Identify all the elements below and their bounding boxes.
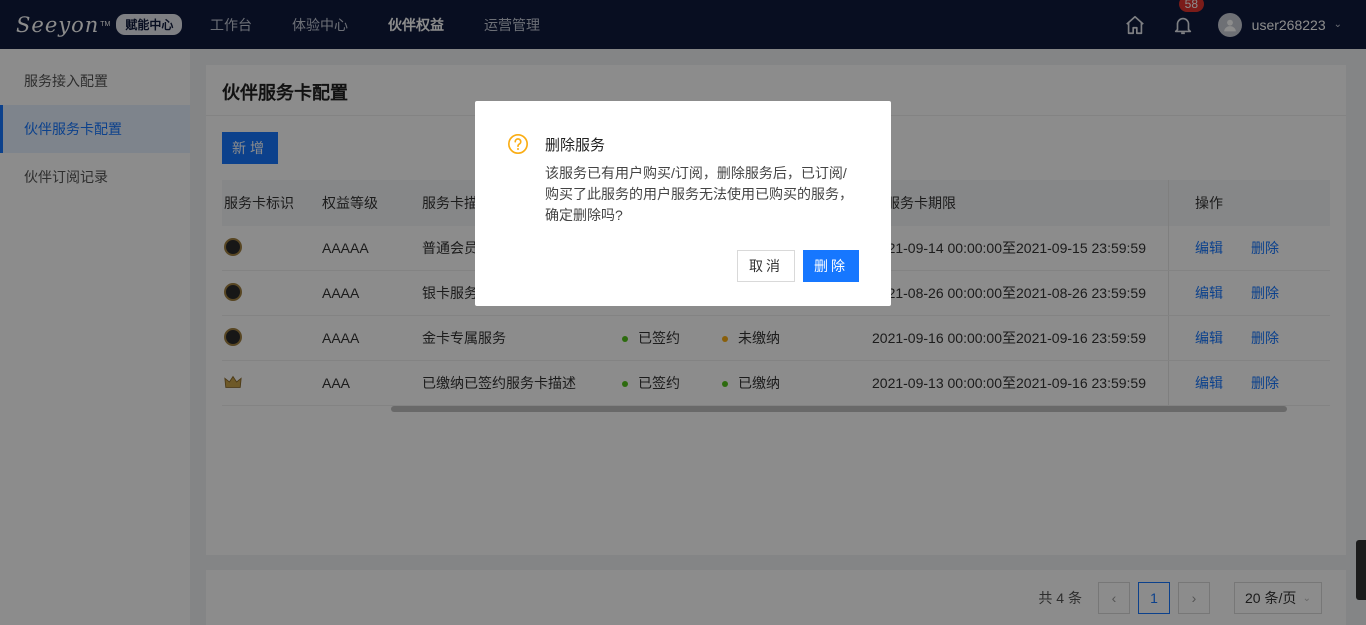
dialog-message-line: 购买了此服务的用户服务无法使用已购买的服务， [545, 186, 853, 202]
dialog-message-line: 该服务已有用户购买/订阅，删除服务后，已订阅/ [545, 165, 847, 181]
dialog-message: 该服务已有用户购买/订阅，删除服务后，已订阅/ 购买了此服务的用户服务无法使用已… [545, 163, 863, 226]
modal-mask[interactable] [0, 0, 1366, 625]
delete-confirm-dialog: 删除服务 该服务已有用户购买/订阅，删除服务后，已订阅/ 购买了此服务的用户服务… [475, 101, 891, 306]
cancel-button[interactable]: 取消 [737, 250, 795, 282]
confirm-delete-button[interactable]: 删除 [803, 250, 859, 282]
dialog-message-line: 确定删除吗? [545, 207, 623, 223]
question-circle-icon [508, 134, 528, 154]
dialog-title: 删除服务 [545, 137, 606, 154]
